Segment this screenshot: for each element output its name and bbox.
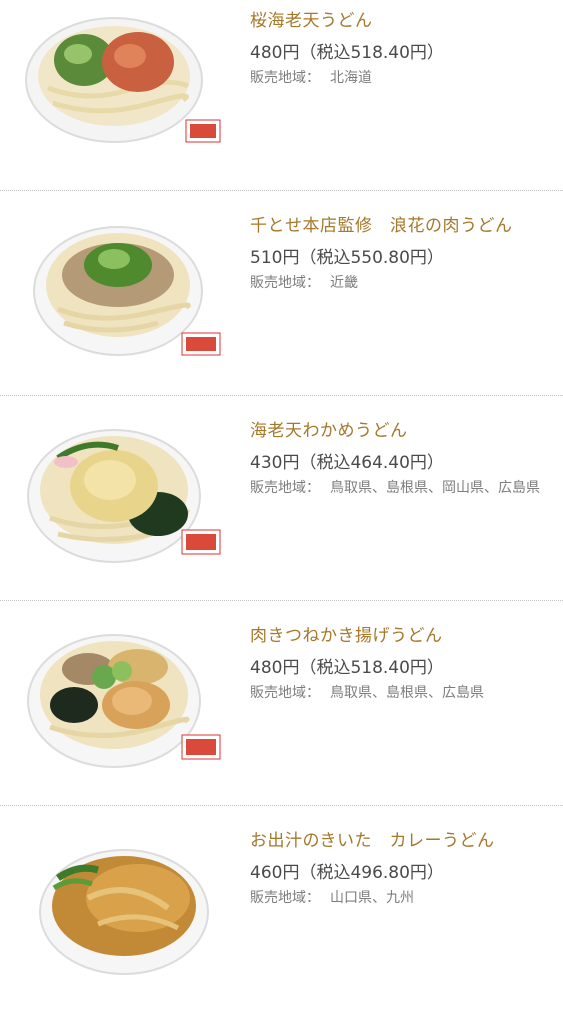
product-item[interactable]: 桜海老天うどん 480円（税込518.40円） 販売地域： 北海道: [0, 0, 563, 204]
sales-region-label: 販売地域：: [250, 275, 320, 291]
sales-region-value: 鳥取県、島根県、広島県: [330, 685, 484, 701]
product-price: 460円（税込496.80円）: [250, 863, 444, 883]
sales-region-value: 近畿: [330, 275, 358, 291]
sales-region: 販売地域： 鳥取県、島根県、広島県: [250, 683, 550, 704]
product-price: 510円（税込550.80円）: [250, 248, 444, 268]
sales-region: 販売地域： 近畿: [250, 273, 550, 294]
divider: [0, 190, 563, 191]
udon-sakura-ebi-ten-icon[interactable]: [18, 8, 224, 158]
sales-region: 販売地域： 北海道: [250, 68, 550, 89]
product-name[interactable]: 千とせ本店監修 浪花の肉うどん: [250, 211, 513, 236]
sales-region-label: 販売地域：: [250, 890, 320, 906]
sales-region-value: 北海道: [330, 70, 372, 86]
product-list: 桜海老天うどん 480円（税込518.40円） 販売地域： 北海道 千とせ本店監修…: [0, 0, 563, 1000]
divider: [0, 395, 563, 396]
sales-region-label: 販売地域：: [250, 685, 320, 701]
sales-region-value: 山口県、九州: [330, 890, 414, 906]
product-item[interactable]: 千とせ本店監修 浪花の肉うどん 510円（税込550.80円） 販売地域： 近畿: [0, 205, 563, 409]
product-price: 430円（税込464.40円）: [250, 453, 444, 473]
product-price: 480円（税込518.40円）: [250, 43, 444, 63]
sales-region: 販売地域： 山口県、九州: [250, 888, 550, 909]
product-item[interactable]: 肉きつねかき揚げうどん 480円（税込518.40円） 販売地域： 鳥取県、島根県…: [0, 615, 563, 819]
product-item[interactable]: 海老天わかめうどん 430円（税込464.40円） 販売地域： 鳥取県、島根県、岡…: [0, 410, 563, 614]
udon-niku-icon[interactable]: [18, 213, 224, 363]
divider: [0, 805, 563, 806]
product-item[interactable]: お出汁のきいた カレーうどん 460円（税込496.80円） 販売地域： 山口県、…: [0, 820, 563, 1024]
product-name[interactable]: 海老天わかめうどん: [250, 416, 408, 441]
product-name[interactable]: 桜海老天うどん: [250, 6, 373, 31]
udon-niku-kitsune-kakiage-icon[interactable]: [18, 623, 224, 773]
udon-curry-icon[interactable]: [18, 828, 224, 978]
udon-ebi-ten-wakame-icon[interactable]: [18, 418, 224, 568]
product-name[interactable]: お出汁のきいた カレーうどん: [250, 826, 495, 851]
divider: [0, 600, 563, 601]
product-name[interactable]: 肉きつねかき揚げうどん: [250, 621, 443, 646]
sales-region-label: 販売地域：: [250, 70, 320, 86]
sales-region: 販売地域： 鳥取県、島根県、岡山県、広島県: [250, 478, 550, 499]
sales-region-label: 販売地域：: [250, 480, 320, 496]
product-price: 480円（税込518.40円）: [250, 658, 444, 678]
sales-region-value: 鳥取県、島根県、岡山県、広島県: [330, 480, 540, 496]
